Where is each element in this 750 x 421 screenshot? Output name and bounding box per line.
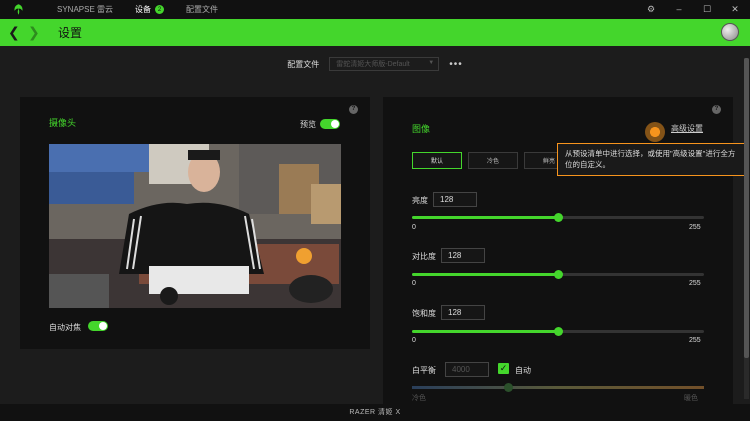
nav-tab-synapse[interactable]: SYNAPSE 雷云: [57, 4, 113, 15]
page-title: 设置: [58, 26, 83, 40]
back-arrow-icon[interactable]: ❮: [8, 24, 20, 41]
saturation-label: 饱和度: [412, 309, 436, 318]
brightness-min: 0: [412, 224, 416, 231]
page-header: ❮ ❯ 设置: [0, 19, 750, 46]
preview-label: 预览: [300, 120, 316, 129]
contrast-max: 255: [689, 280, 701, 287]
scrollbar-thumb[interactable]: [744, 58, 749, 358]
help-icon[interactable]: ?: [349, 105, 358, 114]
profile-dropdown[interactable]: 雷蛇清姬大师版-Default ▼: [329, 57, 440, 71]
white-balance-auto-label: 自动: [515, 366, 531, 375]
camera-panel: ? 摄像头 预览 自动对焦: [20, 97, 370, 349]
white-balance-auto-checkbox[interactable]: ✓: [498, 363, 509, 374]
brightness-label: 亮度: [412, 196, 428, 205]
saturation-fill: [412, 330, 558, 333]
contrast-thumb[interactable]: [554, 270, 563, 279]
saturation-input[interactable]: 128: [441, 305, 485, 320]
device-footer: RAZER 清姬 X: [0, 404, 750, 421]
camera-title: 摄像头: [49, 118, 77, 128]
white-balance-cold: 冷色: [412, 395, 426, 402]
contrast-fill: [412, 273, 558, 276]
camera-feed-image: [49, 144, 341, 308]
saturation-min: 0: [412, 337, 416, 344]
settings-gear-icon[interactable]: ⚙: [646, 0, 656, 19]
forward-arrow-icon[interactable]: ❯: [28, 24, 40, 41]
white-balance-warm: 暖色: [684, 395, 698, 402]
image-title: 图像: [412, 124, 431, 134]
autofocus-label: 自动对焦: [49, 323, 81, 332]
white-balance-thumb: [504, 383, 514, 392]
saturation-thumb[interactable]: [554, 327, 563, 336]
brightness-input[interactable]: 128: [433, 192, 477, 207]
minimize-icon[interactable]: –: [674, 0, 684, 19]
nav-tab-devices[interactable]: 设备 2: [135, 4, 165, 15]
autofocus-toggle[interactable]: [88, 321, 108, 331]
scrollbar[interactable]: [744, 58, 749, 399]
preview-toggle[interactable]: [320, 119, 340, 129]
more-options-button[interactable]: •••: [449, 59, 463, 70]
chevron-down-icon: ▼: [428, 60, 435, 66]
device-count-badge: 2: [155, 5, 165, 14]
device-icon[interactable]: [721, 23, 739, 41]
profile-label: 配置文件: [287, 59, 320, 69]
contrast-min: 0: [412, 280, 416, 287]
nav-tab-profiles[interactable]: 配置文件: [186, 4, 218, 15]
synapse-window: SYNAPSE 雷云 设备 2 配置文件 ⚙ – ☐ ✕ ❮ ❯ 设置 配置文件 …: [0, 0, 750, 421]
brightness-thumb[interactable]: [554, 213, 563, 222]
close-icon[interactable]: ✕: [730, 0, 740, 19]
camera-preview: [49, 144, 341, 308]
hint-pulse-icon: [645, 122, 665, 142]
brightness-slider[interactable]: [412, 213, 704, 222]
title-bar: SYNAPSE 雷云 设备 2 配置文件 ⚙ – ☐ ✕: [0, 0, 750, 19]
help-icon[interactable]: ?: [712, 105, 721, 114]
maximize-icon[interactable]: ☐: [702, 0, 712, 19]
profile-bar: 配置文件 雷蛇清姬大师版-Default ▼ •••: [0, 57, 750, 71]
contrast-slider[interactable]: [412, 270, 704, 279]
brightness-max: 255: [689, 224, 701, 231]
white-balance-input[interactable]: 4000: [445, 362, 489, 377]
contrast-input[interactable]: 128: [441, 248, 485, 263]
saturation-slider[interactable]: [412, 327, 704, 336]
preset-cool-button[interactable]: 冷色: [468, 152, 518, 169]
razer-logo-icon: [14, 4, 23, 15]
white-balance-slider: [412, 383, 704, 392]
advanced-settings-tooltip: 从预设清单中进行选择，或使用"高级设置"进行全方位的自定义。: [557, 143, 748, 176]
preset-default-button[interactable]: 默认: [412, 152, 462, 169]
saturation-max: 255: [689, 337, 701, 344]
brightness-fill: [412, 216, 558, 219]
contrast-label: 对比度: [412, 252, 436, 261]
advanced-settings-link[interactable]: 高级设置: [671, 123, 703, 134]
white-balance-label: 白平衡: [412, 366, 436, 375]
